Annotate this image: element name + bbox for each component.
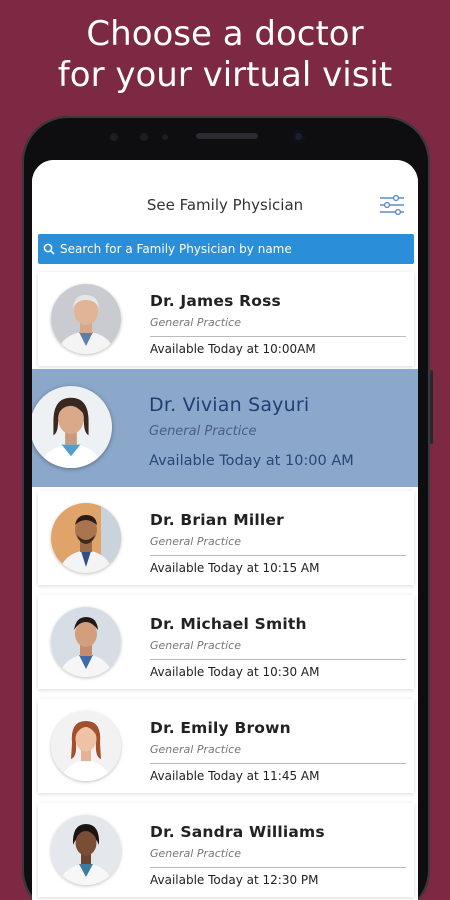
iris-sensor (162, 134, 168, 140)
doctor-specialty: General Practice (150, 316, 241, 329)
doctor-name: Dr. Vivian Sayuri (149, 394, 310, 416)
doctor-name: Dr. Sandra Williams (150, 823, 325, 841)
divider (150, 763, 406, 764)
headline-line-1: Choose a doctor (86, 14, 364, 54)
avatar (51, 284, 121, 354)
light-sensor (140, 133, 148, 141)
doctor-availability: Available Today at 11:45 AM (150, 769, 320, 783)
divider (150, 555, 406, 556)
search-input[interactable]: Search for a Family Physician by name (38, 234, 414, 264)
doctor-availability: Available Today at 12:30 PM (150, 873, 319, 887)
doctor-card-michael-smith[interactable]: Dr. Michael Smith General Practice Avail… (38, 595, 414, 689)
avatar (51, 711, 121, 781)
doctor-availability: Available Today at 10:00AM (150, 342, 316, 356)
doctor-availability: Available Today at 10:15 AM (150, 561, 320, 575)
app-screen: See Family Physician Search for a Family… (32, 160, 418, 900)
doctor-specialty: General Practice (150, 743, 241, 756)
sliders-icon[interactable] (379, 194, 405, 216)
divider (150, 336, 406, 337)
doctor-card-vivian-sayuri[interactable]: Dr. Vivian Sayuri General Practice Avail… (32, 369, 418, 487)
doctor-name: Dr. Michael Smith (150, 615, 307, 633)
doctor-name: Dr. Brian Miller (150, 511, 284, 529)
doctor-availability: Available Today at 10:30 AM (150, 665, 320, 679)
doctor-card-brian-miller[interactable]: Dr. Brian Miller General Practice Availa… (38, 491, 414, 585)
app-bar: See Family Physician (32, 160, 418, 232)
divider (150, 659, 406, 660)
doctor-name: Dr. Emily Brown (150, 719, 291, 737)
avatar (51, 607, 121, 677)
headline-line-2: for your virtual visit (57, 55, 393, 95)
avatar (51, 503, 121, 573)
proximity-sensor (110, 133, 118, 141)
doctor-specialty: General Practice (149, 424, 257, 439)
earpiece-speaker (196, 133, 258, 139)
divider (150, 867, 406, 868)
promo-headline: Choose a doctor for your virtual visit (0, 14, 450, 96)
side-button (430, 370, 433, 444)
page-title: See Family Physician (146, 196, 304, 214)
doctor-specialty: General Practice (150, 847, 241, 860)
doctor-specialty: General Practice (150, 535, 241, 548)
doctor-card-james-ross[interactable]: Dr. James Ross General Practice Availabl… (38, 272, 414, 366)
search-icon (43, 243, 55, 255)
doctor-card-sandra-williams[interactable]: Dr. Sandra Williams General Practice Ava… (38, 803, 414, 897)
search-placeholder: Search for a Family Physician by name (60, 242, 292, 256)
doctor-specialty: General Practice (150, 639, 241, 652)
front-camera (292, 130, 305, 143)
avatar (51, 815, 121, 885)
doctor-card-emily-brown[interactable]: Dr. Emily Brown General Practice Availab… (38, 699, 414, 793)
doctor-availability: Available Today at 10:00 AM (149, 453, 354, 469)
doctor-name: Dr. James Ross (150, 292, 281, 310)
avatar (32, 386, 112, 468)
